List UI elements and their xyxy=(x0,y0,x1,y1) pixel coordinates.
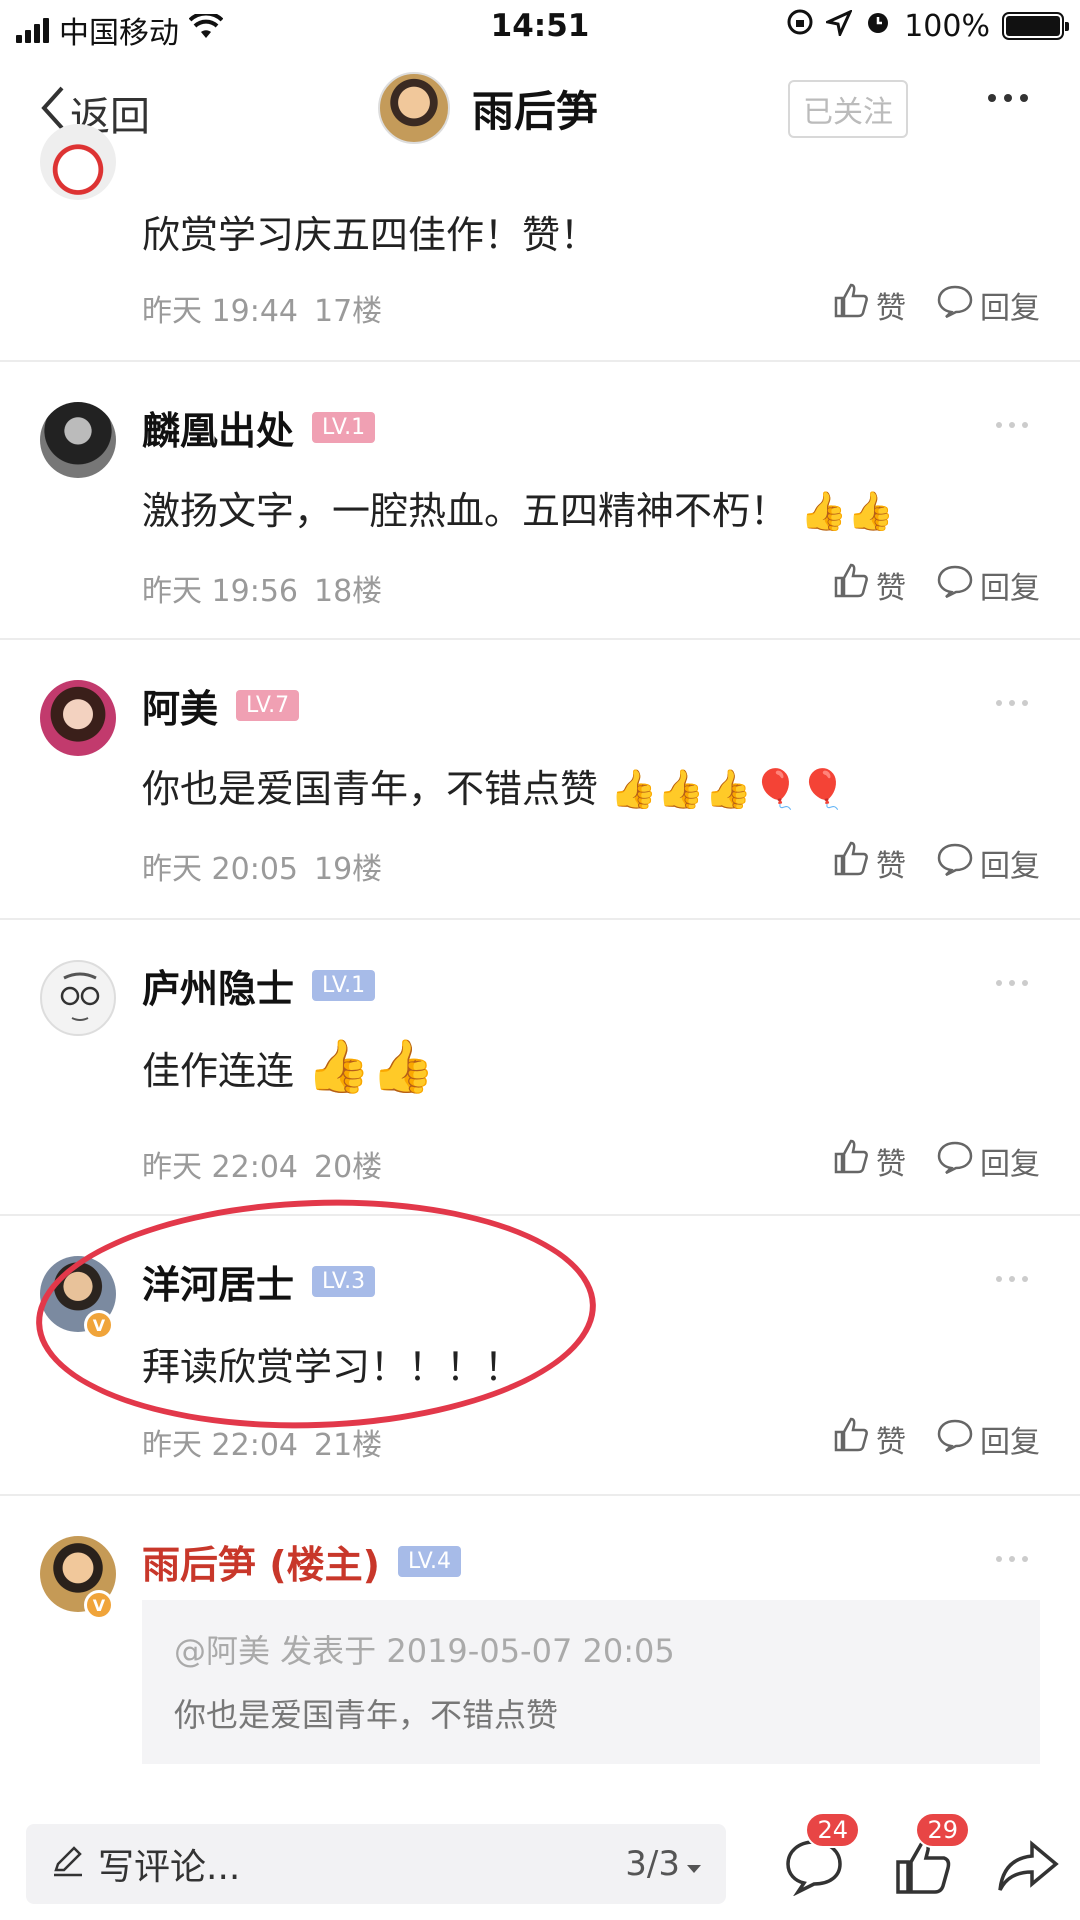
more-icon[interactable] xyxy=(996,1556,1028,1562)
thumbs-up-icon xyxy=(832,1416,870,1462)
more-icon[interactable] xyxy=(996,1276,1028,1282)
status-bar: 中国移动 14:51 100% xyxy=(0,0,1080,54)
comment-author[interactable]: 雨后笋 (楼主) xyxy=(142,1534,380,1589)
comment-placeholder: 写评论... xyxy=(98,1847,241,1888)
comment-floor: 17楼 xyxy=(314,294,383,329)
level-badge: LV.7 xyxy=(236,690,300,721)
comment-input[interactable]: 写评论... 3/3 xyxy=(26,1824,726,1904)
like-button[interactable]: 赞 xyxy=(832,282,906,328)
reply-button[interactable]: 回复 xyxy=(936,563,1040,607)
comment-meta: 昨天 19:56 18楼 xyxy=(142,566,382,610)
nav-author[interactable]: 雨后笋 xyxy=(378,72,598,144)
more-options-icon[interactable] xyxy=(988,94,1028,102)
avatar[interactable] xyxy=(40,124,116,200)
comments-button[interactable]: 24 xyxy=(782,1812,860,1900)
share-button[interactable] xyxy=(996,1836,1060,1900)
like-post-button[interactable]: 29 xyxy=(892,1812,970,1900)
page-indicator: 3/3 xyxy=(625,1844,680,1884)
speech-bubble-icon xyxy=(936,1418,974,1460)
like-button[interactable]: 赞 xyxy=(832,1138,906,1184)
like-button[interactable]: 赞 xyxy=(832,562,906,608)
quoted-comment[interactable]: @阿美 发表于 2019-05-07 20:05 你也是爱国青年，不错点赞 xyxy=(142,1600,1040,1764)
thumbs-up-icon xyxy=(832,282,870,328)
bottom-bar: 写评论... 3/3 24 29 xyxy=(0,1810,1080,1920)
pencil-icon xyxy=(50,1842,86,1887)
comment-time: 昨天 19:44 xyxy=(142,294,298,329)
thumbs-up-icon xyxy=(832,1138,870,1184)
comment-text: 欣赏学习庆五四佳作！赞！ xyxy=(142,213,599,257)
speech-bubble-icon xyxy=(936,284,974,326)
comment-item: 欣赏学习庆五四佳作！赞！ 昨天 19:44 17楼 赞 回复 xyxy=(0,124,1080,362)
nav-bar: 返回 雨后笋 已关注 xyxy=(0,64,1080,154)
quote-meta: @阿美 发表于 2019-05-07 20:05 xyxy=(174,1632,675,1670)
comment-meta: 昨天 20:05 19楼 xyxy=(142,844,382,888)
comment-text: 激扬文字，一腔热血。五四精神不朽！ xyxy=(142,489,789,533)
avatar[interactable] xyxy=(40,402,116,478)
location-icon xyxy=(823,8,854,44)
more-icon[interactable] xyxy=(996,980,1028,986)
alarm-icon xyxy=(864,8,892,44)
thumbs-up-icon xyxy=(832,840,870,886)
like-count-badge: 29 xyxy=(915,1812,970,1848)
emoji: 👍👍 xyxy=(306,1037,436,1097)
emoji: 👍👍 xyxy=(800,489,895,533)
comment-item: 阿美 LV.7 你也是爱国青年，不错点赞 👍👍👍🎈🎈 昨天 20:05 19楼 … xyxy=(0,640,1080,920)
comment-floor: 18楼 xyxy=(314,574,383,609)
comment-floor: 19楼 xyxy=(314,852,383,887)
rotation-lock-icon xyxy=(786,8,814,44)
reply-button[interactable]: 回复 xyxy=(936,283,1040,327)
comment-author[interactable]: 庐州隐士 xyxy=(142,958,294,1013)
speech-bubble-icon xyxy=(936,842,974,884)
emoji: 👍👍👍🎈🎈 xyxy=(610,767,847,811)
comment-count-badge: 24 xyxy=(805,1812,860,1848)
comment-text: 你也是爱国青年，不错点赞 xyxy=(142,767,599,811)
like-button[interactable]: 赞 xyxy=(832,840,906,886)
avatar[interactable] xyxy=(378,72,450,144)
reply-button[interactable]: 回复 xyxy=(936,1139,1040,1183)
avatar[interactable] xyxy=(40,680,116,756)
verified-badge-icon: V xyxy=(84,1590,114,1620)
caret-down-icon xyxy=(686,1844,702,1884)
like-button[interactable]: 赞 xyxy=(832,1416,906,1462)
reply-button[interactable]: 回复 xyxy=(936,841,1040,885)
comment-time: 昨天 22:04 xyxy=(142,1150,298,1185)
speech-bubble-icon xyxy=(936,1140,974,1182)
level-badge: LV.1 xyxy=(312,412,376,443)
reply-button[interactable]: 回复 xyxy=(936,1417,1040,1461)
comment-item: 庐州隐士 LV.1 佳作连连 👍👍 昨天 22:04 20楼 赞 回复 xyxy=(0,920,1080,1216)
page-selector[interactable]: 3/3 xyxy=(625,1844,702,1884)
speech-bubble-icon xyxy=(936,564,974,606)
quote-text: 你也是爱国青年，不错点赞 xyxy=(174,1696,559,1734)
level-badge: LV.1 xyxy=(312,970,376,1001)
battery-icon xyxy=(1002,12,1069,40)
comment-meta: 昨天 22:04 20楼 xyxy=(142,1142,382,1186)
page-title: 雨后笋 xyxy=(472,86,599,136)
comment-text: 佳作连连 xyxy=(142,1049,295,1093)
avatar[interactable] xyxy=(40,960,116,1036)
comment-author[interactable]: 阿美 xyxy=(142,678,218,733)
level-badge: LV.4 xyxy=(397,1546,462,1577)
comment-floor: 20楼 xyxy=(314,1150,383,1185)
comment-meta: 昨天 19:44 17楼 xyxy=(142,286,382,330)
comment-time: 昨天 20:05 xyxy=(142,852,298,887)
follow-button[interactable]: 已关注 xyxy=(788,80,908,138)
comment-item: 麟凰出处 LV.1 激扬文字，一腔热血。五四精神不朽！ 👍👍 昨天 19:56 … xyxy=(0,362,1080,640)
thumbs-up-icon xyxy=(832,562,870,608)
battery-percent: 100% xyxy=(904,8,990,44)
comment-time: 昨天 19:56 xyxy=(142,574,298,609)
more-icon[interactable] xyxy=(996,700,1028,706)
comment-author[interactable]: 麟凰出处 xyxy=(142,400,294,455)
more-icon[interactable] xyxy=(996,422,1028,428)
